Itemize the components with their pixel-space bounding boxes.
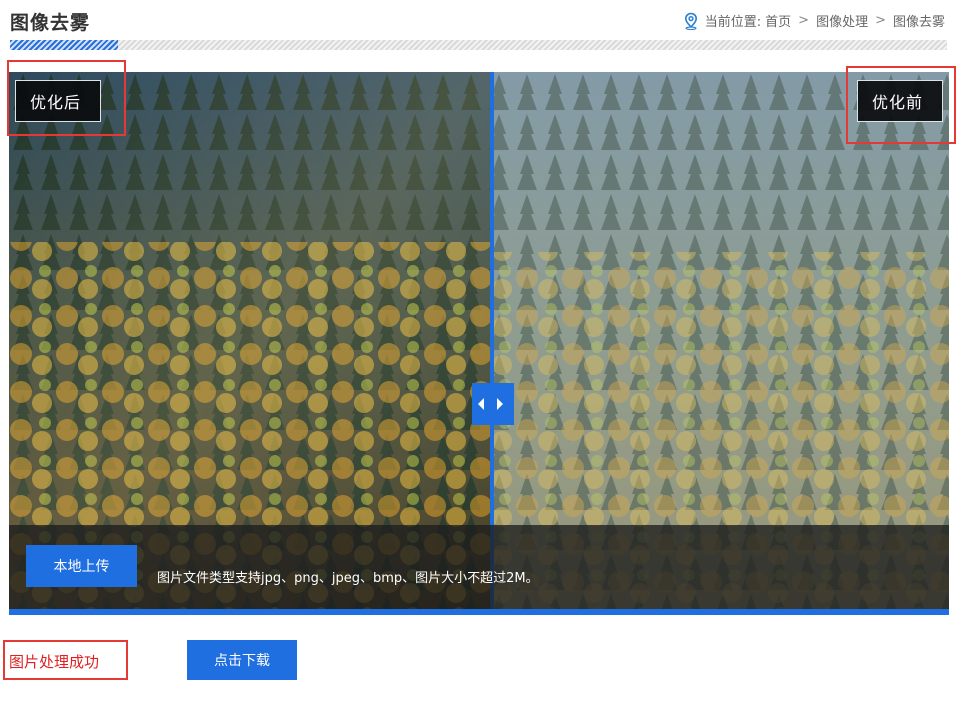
title-underline-accent <box>10 40 118 50</box>
triangle-right-icon <box>497 398 503 410</box>
label-after: 优化后 <box>15 80 101 122</box>
breadcrumb-prefix: 当前位置: <box>704 15 762 30</box>
download-button[interactable]: 点击下载 <box>187 640 297 680</box>
breadcrumb-separator: > <box>875 13 886 28</box>
upload-button[interactable]: 本地上传 <box>26 545 137 587</box>
compare-handle[interactable] <box>472 383 514 425</box>
bottom-accent-line <box>9 609 949 615</box>
breadcrumb-home[interactable]: 首页 <box>765 11 791 30</box>
upload-bar: 本地上传 图片文件类型支持jpg、png、jpeg、bmp、图片大小不超过2M。 <box>9 525 949 609</box>
breadcrumb: 当前位置: 首页 > 图像处理 > 图像去雾 <box>683 11 945 30</box>
breadcrumb-image-processing[interactable]: 图像处理 <box>816 11 868 30</box>
breadcrumb-current: 图像去雾 <box>892 15 945 30</box>
map-pin-icon <box>684 12 697 30</box>
breadcrumb-separator: > <box>798 13 810 28</box>
upload-hint: 图片文件类型支持jpg、png、jpeg、bmp、图片大小不超过2M。 <box>157 571 539 586</box>
page-header: 图像去雾 当前位置: 首页 > 图像处理 > 图像去雾 <box>0 0 965 40</box>
process-status: 图片处理成功 <box>9 653 100 671</box>
page-title: 图像去雾 <box>10 12 91 34</box>
title-underline <box>10 40 947 50</box>
image-compare-slider[interactable]: 优化后 优化前 本地上传 图片文件类型支持jpg、png、jpeg、bmp、图片… <box>9 72 949 615</box>
label-before: 优化前 <box>857 80 943 122</box>
